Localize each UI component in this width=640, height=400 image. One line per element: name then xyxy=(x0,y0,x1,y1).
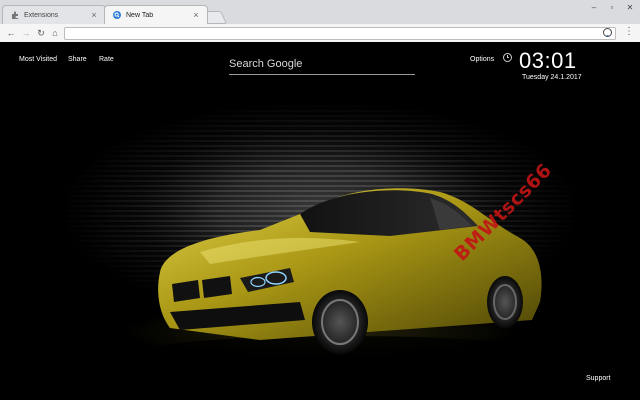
tab-new-tab[interactable]: New Tab × xyxy=(104,5,208,24)
new-tab-search-icon xyxy=(113,11,121,19)
car-wallpaper-image xyxy=(155,188,542,364)
window-close-icon[interactable]: ✕ xyxy=(621,0,639,14)
browser-toolbar: ← → ↻ ⌂ xyxy=(0,24,640,43)
close-tab-icon[interactable]: × xyxy=(89,10,99,20)
tab-strip: Extensions × New Tab × – ▫ ✕ xyxy=(0,0,640,24)
share-link[interactable]: Share xyxy=(68,56,87,63)
forward-icon[interactable]: → xyxy=(20,27,32,39)
most-visited-link[interactable]: Most Visited xyxy=(19,56,57,63)
menu-icon[interactable]: ⋮ xyxy=(624,27,634,37)
rate-link[interactable]: Rate xyxy=(99,56,114,63)
home-icon[interactable]: ⌂ xyxy=(49,27,61,39)
search-box xyxy=(229,54,415,75)
clock-icon xyxy=(503,53,512,62)
address-bar[interactable] xyxy=(64,27,616,40)
maximize-icon[interactable]: ▫ xyxy=(603,0,621,14)
tab-extensions[interactable]: Extensions × xyxy=(2,5,106,24)
clock-date: Tuesday 24.1.2017 xyxy=(522,74,582,81)
reload-icon[interactable]: ↻ xyxy=(35,27,47,39)
search-input[interactable] xyxy=(229,55,415,73)
extension-logo-icon[interactable] xyxy=(603,28,612,37)
clock-time: 03:01 xyxy=(519,48,577,73)
tab-title: Extensions xyxy=(24,11,59,19)
minimize-icon[interactable]: – xyxy=(585,0,603,14)
puzzle-icon xyxy=(11,11,19,19)
back-icon[interactable]: ← xyxy=(5,27,17,39)
tab-title: New Tab xyxy=(126,11,154,19)
close-tab-icon[interactable]: × xyxy=(191,10,201,20)
support-link[interactable]: Support xyxy=(586,375,611,382)
options-link[interactable]: Options xyxy=(470,56,494,63)
new-tab-page: Most Visited Share Rate Options 03:01 Tu… xyxy=(0,42,640,400)
